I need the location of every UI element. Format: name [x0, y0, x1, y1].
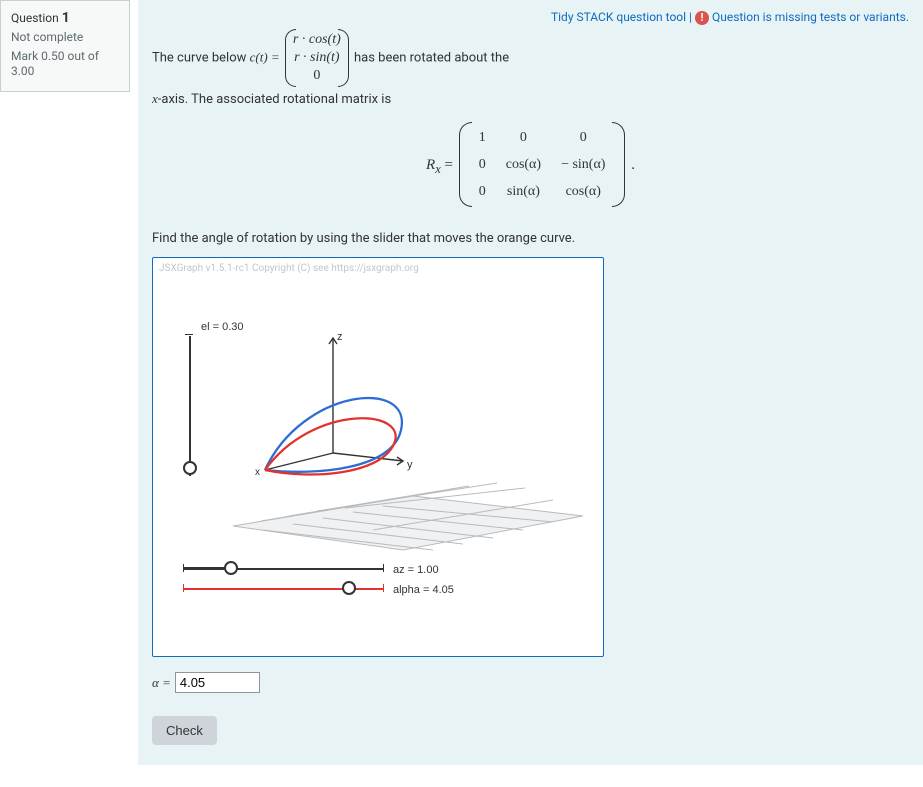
matrix-brackets: 1 0 0 0 cos(α) − sin(α) 0 sin(α) cos: [459, 122, 626, 208]
tidy-link[interactable]: Tidy STACK question tool: [551, 10, 686, 24]
m22: cos(α): [496, 151, 551, 178]
stem-text-1b: has been rotated about the: [354, 51, 509, 66]
az-tick-start: [183, 564, 184, 572]
curve-vector: r · cos(t) r · sin(t) 0: [285, 29, 349, 88]
vec-row-2: r · sin(t): [293, 49, 341, 67]
y-axis-label: y: [407, 456, 413, 476]
question-label: Question: [11, 11, 59, 25]
alpha-input[interactable]: [175, 672, 260, 693]
jsxgraph-box[interactable]: JSXGraph v1.5.1-rc1 Copyright (C) see ht…: [152, 257, 604, 657]
question-title: Question 1: [11, 9, 119, 27]
m23: − sin(α): [551, 151, 615, 178]
missing-tests-link[interactable]: Question is missing tests or variants.: [712, 10, 909, 24]
vec-row-1: r · cos(t): [293, 31, 341, 49]
scene-svg: [153, 258, 604, 657]
ground-grid: [233, 483, 583, 550]
warning-icon: !: [695, 11, 709, 25]
m12: 0: [496, 124, 551, 151]
alpha-tick-start: [183, 584, 184, 592]
m31: 0: [469, 178, 496, 205]
question-number: 1: [62, 10, 70, 26]
ct-equals: c(t) =: [250, 50, 280, 65]
question-meta-box: Question 1 Not complete Mark 0.50 out of…: [0, 0, 130, 92]
m33: cos(α): [551, 178, 615, 205]
check-button[interactable]: Check: [152, 716, 217, 745]
matrix-eq: =: [441, 157, 457, 173]
red-curve: [265, 418, 396, 474]
m13: 0: [551, 124, 615, 151]
az-tick-end: [383, 564, 384, 572]
alpha-slider-handle[interactable]: [342, 581, 356, 595]
z-axis-label: z: [337, 328, 343, 348]
question-body: Tidy STACK question tool | ! Question is…: [138, 0, 923, 765]
alpha-symbol: α =: [152, 671, 171, 694]
rotation-matrix: Rx = 1 0 0 0 cos(α) − sin(α): [152, 122, 909, 208]
m32: sin(α): [496, 178, 551, 205]
az-value-label: az = 1.00: [393, 561, 439, 581]
matrix-table: 1 0 0 0 cos(α) − sin(α) 0 sin(α) cos: [469, 124, 616, 206]
question-stem: The curve below c(t) = r · cos(t) r · si…: [152, 29, 909, 745]
stem-text-2: xx-axis. The associated rotational matri…: [152, 87, 909, 111]
alpha-tick-end: [383, 584, 384, 592]
link-separator: |: [686, 10, 695, 24]
matrix-R: R: [426, 157, 435, 173]
stem-text-1: The curve below: [152, 51, 250, 66]
x-axis-label: x: [255, 464, 260, 482]
vec-row-3: 0: [293, 67, 341, 85]
m21: 0: [469, 151, 496, 178]
question-status: Not complete: [11, 30, 119, 46]
az-slider-handle[interactable]: [224, 561, 238, 575]
answer-row: α =: [152, 671, 909, 694]
instruction-text: Find the angle of rotation by using the …: [152, 227, 909, 250]
top-links: Tidy STACK question tool | ! Question is…: [152, 10, 909, 25]
m11: 1: [469, 124, 496, 151]
alpha-value-label: alpha = 4.05: [393, 581, 454, 601]
question-mark: Mark 0.50 out of 3.00: [11, 49, 119, 80]
matrix-dot: .: [627, 157, 635, 173]
